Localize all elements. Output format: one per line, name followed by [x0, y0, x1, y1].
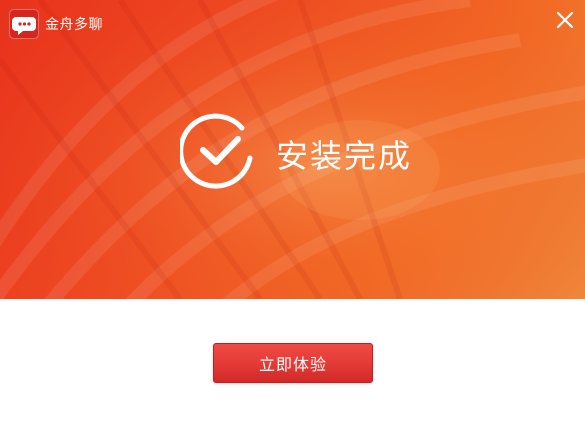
chat-bubble-icon [9, 9, 39, 39]
app-title: 金舟多聊 [45, 17, 103, 33]
status-text: 安装完成 [276, 137, 413, 175]
close-icon[interactable] [553, 8, 577, 32]
check-circle-icon [180, 113, 253, 189]
header-banner: 金舟多聊 安装完成 [0, 0, 585, 299]
try-now-button[interactable]: 立即体验 [213, 343, 373, 383]
title-bar: 金舟多聊 [0, 0, 585, 44]
